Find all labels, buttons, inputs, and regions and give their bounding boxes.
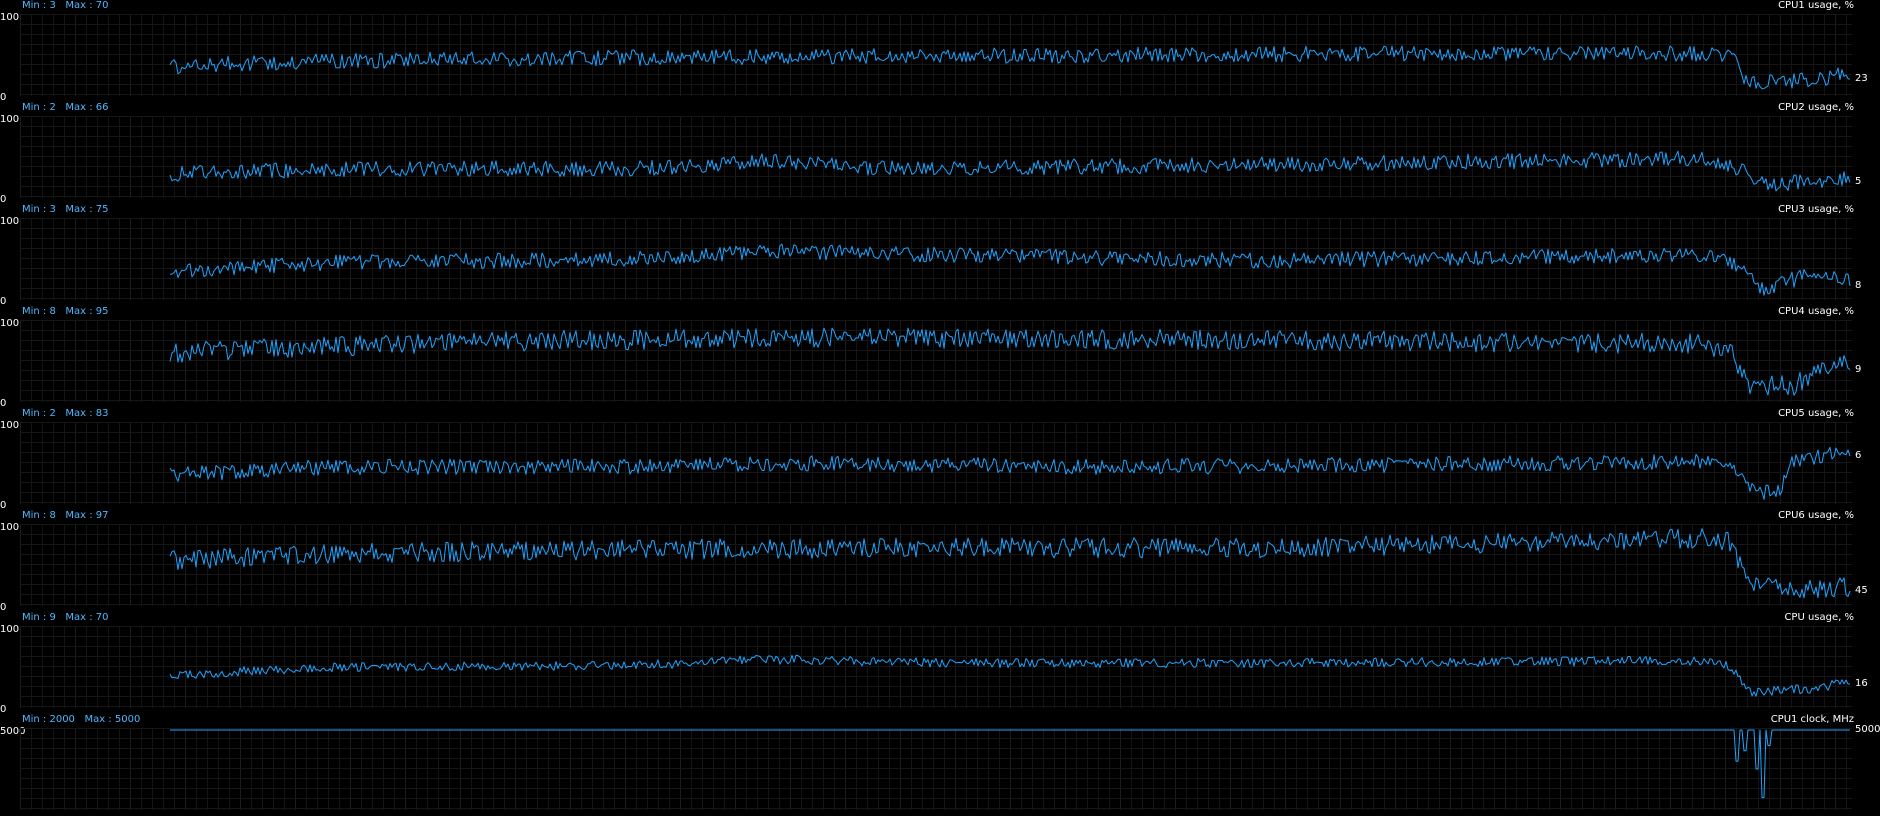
- current-value: 45: [1855, 585, 1868, 596]
- min-max-label: Min : 9 Max : 70: [22, 612, 109, 623]
- plot-area: [20, 422, 1852, 504]
- y-tick-max: 100: [0, 114, 20, 125]
- chart-title: CPU3 usage, %: [1778, 204, 1854, 215]
- current-value: 5000: [1855, 724, 1880, 735]
- plot-area: [20, 524, 1852, 606]
- min-max-label: Min : 2000 Max : 5000: [22, 714, 141, 725]
- current-value: 5: [1855, 176, 1862, 188]
- grid: [20, 116, 1852, 198]
- min-max-label: Min : 3 Max : 75: [22, 204, 109, 215]
- chart-title: CPU5 usage, %: [1778, 408, 1854, 419]
- grid: [20, 320, 1852, 402]
- plot-area: [20, 14, 1852, 96]
- plot-area: [20, 728, 1852, 810]
- current-value: 8: [1855, 279, 1862, 291]
- chart-panel: Min : 8 Max : 97 CPU6 usage, % 100 0 45: [0, 510, 1880, 613]
- hardware-monitor: Min : 3 Max : 70 CPU1 usage, % 100 0 23 Min :…: [0, 0, 1880, 810]
- min-max-label: Min : 3 Max : 70: [22, 0, 109, 11]
- chart-panel: Min : 3 Max : 75 CPU3 usage, % 100 0 8: [0, 204, 1880, 307]
- chart-title: CPU2 usage, %: [1778, 102, 1854, 113]
- y-tick-max: 100: [0, 12, 20, 23]
- grid: [20, 422, 1852, 504]
- current-value: 16: [1855, 678, 1868, 690]
- chart-panel: Min : 2 Max : 66 CPU2 usage, % 100 0 5: [0, 102, 1880, 205]
- y-tick-max: 100: [0, 420, 20, 431]
- y-tick-max: 100: [0, 216, 20, 227]
- min-max-label: Min : 8 Max : 97: [22, 510, 109, 521]
- current-value: 23: [1855, 73, 1868, 85]
- plot-area: [20, 218, 1852, 300]
- min-max-label: Min : 2 Max : 83: [22, 408, 109, 419]
- min-max-label: Min : 2 Max : 66: [22, 102, 109, 113]
- chart-panel: Min : 2000 Max : 5000 CPU1 clock, MHz 5000…: [0, 714, 1880, 816]
- chart-title: CPU1 clock, MHz: [1770, 714, 1854, 725]
- current-value: 6: [1855, 450, 1862, 462]
- plot-area: [20, 626, 1852, 708]
- plot-area: [20, 116, 1852, 198]
- chart-panel: Min : 9 Max : 70 CPU usage, % 100 0 16: [0, 612, 1880, 715]
- chart-title: CPU usage, %: [1784, 612, 1854, 623]
- y-tick-max: 100: [0, 318, 20, 329]
- chart-panel: Min : 2 Max : 83 CPU5 usage, % 100 0 6: [0, 408, 1880, 511]
- grid: [20, 626, 1852, 708]
- chart-title: CPU4 usage, %: [1778, 306, 1854, 317]
- y-tick-max: 100: [0, 522, 20, 533]
- chart-panel: Min : 3 Max : 70 CPU1 usage, % 100 0 23: [0, 0, 1880, 103]
- y-tick-max: 100: [0, 624, 20, 635]
- chart-title: CPU6 usage, %: [1778, 510, 1854, 521]
- grid: [20, 728, 1852, 810]
- min-max-label: Min : 8 Max : 95: [22, 306, 109, 317]
- current-value: 9: [1855, 363, 1862, 375]
- chart-title: CPU1 usage, %: [1778, 0, 1854, 11]
- chart-panel: Min : 8 Max : 95 CPU4 usage, % 100 0 9: [0, 306, 1880, 409]
- plot-area: [20, 320, 1852, 402]
